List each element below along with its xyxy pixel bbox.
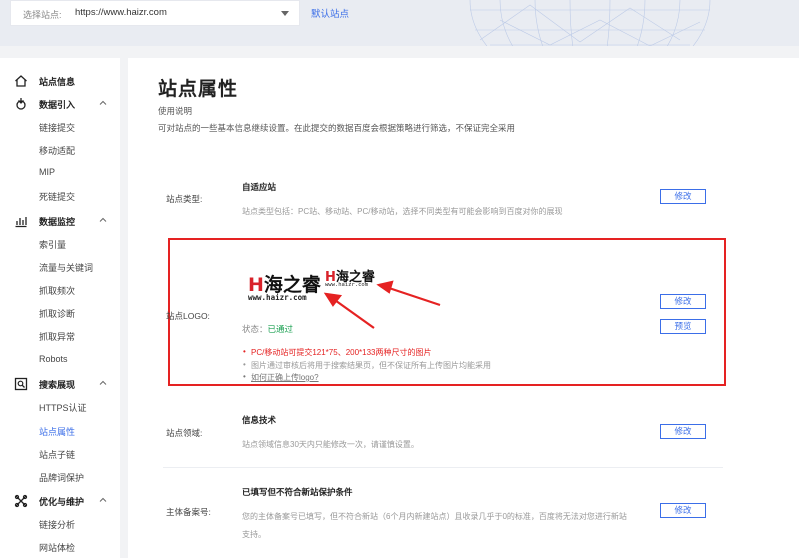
site-domain-label: 站点领域: <box>166 428 203 438</box>
sidebar-item-optimize[interactable]: 优化与维护 <box>0 490 120 512</box>
site-type-label: 站点类型: <box>166 194 203 204</box>
sidebar-item-label: 优化与维护 <box>39 497 85 507</box>
sidebar-item-dead-link[interactable]: 死链提交 <box>0 185 120 207</box>
logo-image-small: H海之睿 www.haizr.com <box>325 266 381 292</box>
sidebar-item-label: 站点信息 <box>39 77 76 87</box>
sidebar-item-index[interactable]: 索引量 <box>0 233 120 255</box>
chevron-up-icon[interactable] <box>98 215 108 225</box>
sidebar-item-label: 流量与关键词 <box>39 263 94 273</box>
sidebar-item-label: 数据监控 <box>39 217 76 227</box>
site-type-edit-button[interactable]: 修改 <box>660 189 706 204</box>
site-select[interactable]: 选择站点: https://www.haizr.com <box>10 0 300 26</box>
default-site-link[interactable]: 默认站点 <box>311 6 349 20</box>
icp-value: 已填写但不符合新站保护条件 <box>242 487 353 497</box>
site-select-label: 选择站点: <box>23 10 62 20</box>
sidebar-item-site-check[interactable]: 网站体检 <box>0 536 120 558</box>
chevron-up-icon[interactable] <box>98 98 108 108</box>
usage-title: 使用说明 <box>158 106 193 116</box>
sidebar-item-label: 网站体检 <box>39 543 76 553</box>
site-domain-value: 信息技术 <box>242 415 277 425</box>
chevron-up-icon[interactable] <box>98 495 108 505</box>
home-icon <box>15 75 27 87</box>
sidebar-item-label: 索引量 <box>39 240 67 250</box>
chevron-up-icon[interactable] <box>98 378 108 388</box>
icp-label: 主体备案号: <box>166 507 211 517</box>
usage-description: 可对站点的一些基本信息继续设置。在此提交的数据百度会根据策略进行筛选，不保证完全… <box>158 123 516 133</box>
sidebar-item-sitelinks[interactable]: 站点子链 <box>0 443 120 465</box>
logo-image-large: H海之睿 www.haizr.com <box>248 270 324 304</box>
sidebar-item-label: 抓取诊断 <box>39 309 76 319</box>
sidebar-item-data-import[interactable]: 数据引入 <box>0 93 120 115</box>
logo-tip-size: PC/移动站可提交121*75、200*133两种尺寸的图片 <box>243 347 431 358</box>
site-domain-description: 站点领域信息30天内只能修改一次，请谨慎设置。 <box>242 440 419 449</box>
sidebar-item-crawl-error[interactable]: 抓取异常 <box>0 325 120 347</box>
sidebar-item-link-analysis[interactable]: 链接分析 <box>0 513 120 535</box>
sidebar-item-site-info[interactable]: 站点信息 <box>0 70 120 92</box>
site-type-value: 自适应站 <box>242 182 277 192</box>
sidebar-item-label: 链接提交 <box>39 123 76 133</box>
site-select-value: https://www.haizr.com <box>75 7 167 18</box>
logo-status-value: 已通过 <box>267 324 294 334</box>
sidebar-item-label: 站点子链 <box>39 450 76 460</box>
tools-icon <box>14 494 28 508</box>
icp-description-line2: 支持。 <box>242 530 266 539</box>
icp-description-line1: 您的主体备案号已填写，但不符合新站（6个月内新建站点）且收录几乎于0的标准，百度… <box>242 512 627 521</box>
chart-icon <box>15 217 27 228</box>
sidebar-item-label: 死链提交 <box>39 192 76 202</box>
logo-url-large: www.haizr.com <box>248 293 307 302</box>
top-bar: 选择站点: https://www.haizr.com 默认站点 <box>0 0 799 46</box>
logo-help-link[interactable]: 如何正确上传logo? <box>243 372 319 383</box>
data-import-icon <box>16 98 26 110</box>
search-display-icon <box>14 377 28 391</box>
sidebar-item-crawl-freq[interactable]: 抓取频次 <box>0 279 120 301</box>
globe-decoration <box>469 0 711 46</box>
caret-down-icon[interactable] <box>281 11 289 16</box>
sidebar-item-brand-protect[interactable]: 品牌词保护 <box>0 466 120 488</box>
sidebar-item-label: 品牌词保护 <box>39 473 85 483</box>
sidebar-item-https[interactable]: HTTPS认证 <box>0 396 120 418</box>
logo-tip-review: 图片通过审核后将用于搜索结果页，但不保证所有上传图片均能采用 <box>243 360 491 371</box>
sidebar-item-traffic[interactable]: 流量与关键词 <box>0 256 120 278</box>
sidebar-item-label: 移动适配 <box>39 146 76 156</box>
site-type-description: 站点类型包括：PC站、移动站、PC/移动站，选择不同类型有可能会影响到百度对你的… <box>242 207 563 216</box>
sidebar-item-robots[interactable]: Robots <box>0 349 120 371</box>
sidebar-item-label: 站点属性 <box>39 427 76 437</box>
sidebar-item-label: Robots <box>39 354 68 364</box>
sidebar-item-label: 数据引入 <box>39 100 76 110</box>
logo-status-label: 状态： <box>242 324 268 334</box>
sidebar-item-label: 抓取异常 <box>39 332 76 342</box>
logo-url-small: www.haizr.com <box>325 282 369 288</box>
sidebar-item-label: MIP <box>39 167 56 177</box>
sidebar-item-label: 搜索展现 <box>39 380 76 390</box>
sidebar-item-search-display[interactable]: 搜索展现 <box>0 373 120 395</box>
site-domain-edit-button[interactable]: 修改 <box>660 424 706 439</box>
sidebar-item-label: HTTPS认证 <box>39 403 87 413</box>
main-content: 站点属性 使用说明 可对站点的一些基本信息继续设置。在此提交的数据百度会根据策略… <box>120 58 799 558</box>
site-logo-label: 站点LOGO: <box>166 311 210 321</box>
logo-edit-button[interactable]: 修改 <box>660 294 706 309</box>
sidebar-item-label: 链接分析 <box>39 520 76 530</box>
sidebar-item-data-monitor[interactable]: 数据监控 <box>0 210 120 232</box>
icp-edit-button[interactable]: 修改 <box>660 503 706 518</box>
sidebar-item-mobile-adapt[interactable]: 移动适配 <box>0 139 120 161</box>
sidebar-item-label: 抓取频次 <box>39 286 76 296</box>
sidebar-item-site-attributes[interactable]: 站点属性 <box>0 420 120 442</box>
sidebar: 站点信息 数据引入 链接提交 移动适配 MIP 死链提交 数据监控 索引量 流量… <box>0 58 120 558</box>
sidebar-item-crawl-diag[interactable]: 抓取诊断 <box>0 302 120 324</box>
logo-preview-button[interactable]: 预览 <box>660 319 706 334</box>
sidebar-item-mip[interactable]: MIP <box>0 162 120 184</box>
logo-status: 状态：已通过 <box>242 323 293 335</box>
sidebar-item-link-submit[interactable]: 链接提交 <box>0 116 120 138</box>
page-title: 站点属性 <box>158 79 239 100</box>
section-divider <box>163 467 723 468</box>
